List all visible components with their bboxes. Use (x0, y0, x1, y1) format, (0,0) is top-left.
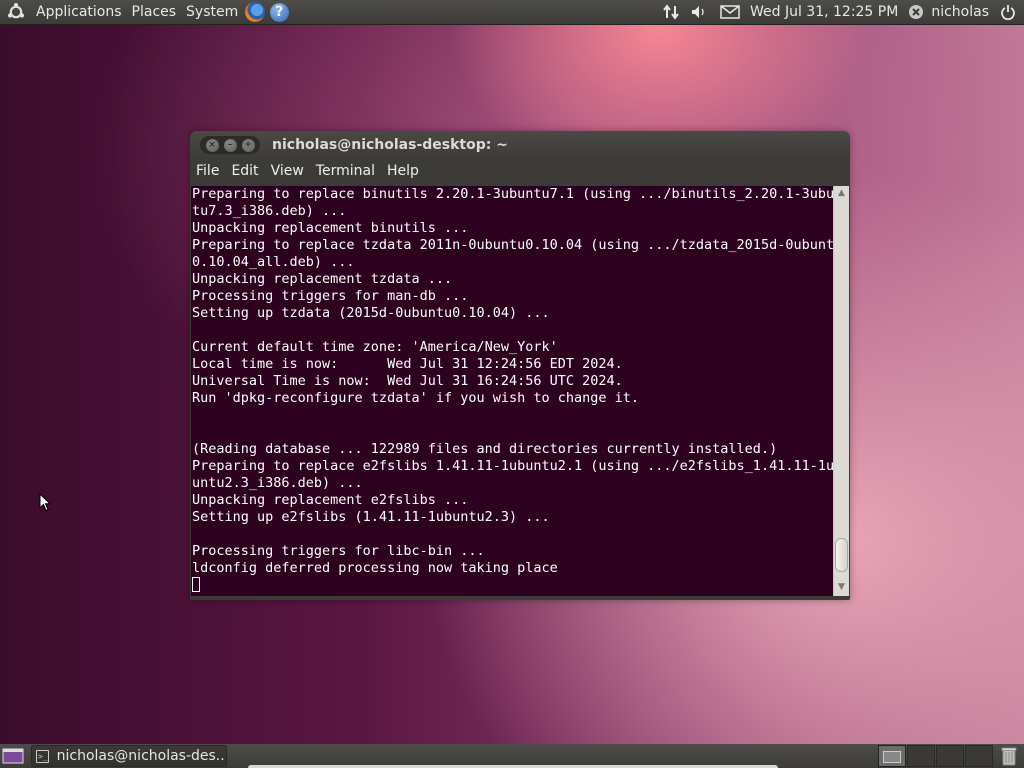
volume-icon[interactable] (685, 0, 715, 24)
terminal-line: Processing triggers for libc-bin ... (192, 543, 485, 559)
places-menu[interactable]: Places (127, 0, 182, 24)
terminal-line: Current default time zone: 'America/New_… (192, 339, 558, 355)
scroll-up-icon[interactable]: ▲ (834, 186, 849, 200)
window-controls: × – + (200, 136, 260, 154)
menu-edit[interactable]: Edit (231, 163, 264, 179)
window-titlebar[interactable]: × – + nicholas@nicholas-desktop: ~ (190, 131, 850, 159)
vertical-scrollbar[interactable]: ▲ ▼ (833, 186, 849, 596)
terminal-icon: >_ (36, 749, 49, 763)
minimize-icon[interactable]: – (223, 138, 237, 152)
terminal-line: Setting up e2fslibs (1.41.11-1ubuntu2.3)… (192, 509, 550, 525)
menu-file[interactable]: File (196, 163, 225, 179)
terminal-window[interactable]: × – + nicholas@nicholas-desktop: ~ File … (190, 131, 850, 600)
clock[interactable]: Wed Jul 31, 12:25 PM (745, 0, 903, 24)
terminal-line: Setting up tzdata (2015d-0ubuntu0.10.04)… (192, 305, 550, 321)
show-desktop-icon[interactable] (1, 746, 25, 766)
terminal-line: Preparing to replace tzdata 2011n-0ubunt… (192, 237, 833, 253)
taskbar-terminal-label: nicholas@nicholas-des... (56, 748, 227, 764)
workspace-1[interactable] (878, 745, 906, 767)
terminal-line: Unpacking replacement binutils ... (192, 220, 469, 236)
terminal-line: untu2.3_i386.deb) ... (192, 475, 363, 491)
close-icon[interactable]: × (205, 138, 219, 152)
terminal-line: Run 'dpkg-reconfigure tzdata' if you wis… (192, 390, 640, 406)
terminal-menubar: File Edit View Terminal Help (190, 159, 850, 183)
maximize-icon[interactable]: + (241, 138, 255, 152)
text-cursor (192, 577, 200, 592)
terminal-line: tu7.3_i386.deb) ... (192, 203, 347, 219)
menu-terminal[interactable]: Terminal (316, 163, 381, 179)
scroll-down-icon[interactable]: ▼ (834, 580, 849, 594)
help-icon[interactable]: ? (268, 1, 290, 23)
top-panel: Applications Places System ? Wed Jul 31,… (0, 0, 1024, 24)
mail-icon[interactable] (715, 0, 745, 24)
menu-help[interactable]: Help (387, 163, 425, 179)
workspace-switcher[interactable] (878, 745, 994, 767)
terminal-line: Local time is now: Wed Jul 31 12:24:56 E… (192, 356, 623, 372)
network-icon[interactable] (657, 0, 685, 24)
username[interactable]: nicholas (926, 0, 994, 24)
firefox-icon[interactable] (244, 1, 266, 23)
terminal-line: Preparing to replace binutils 2.20.1-3ub… (192, 186, 833, 202)
terminal-line: ldconfig deferred processing now taking … (192, 560, 558, 576)
menu-view[interactable]: View (271, 163, 310, 179)
mouse-pointer-icon (39, 493, 51, 512)
user-status-icon[interactable] (903, 0, 926, 24)
terminal-line: Universal Time is now: Wed Jul 31 16:24:… (192, 373, 623, 389)
scroll-thumb[interactable] (835, 538, 848, 572)
taskbar-terminal-button[interactable]: >_ nicholas@nicholas-des... (31, 745, 227, 767)
terminal-prompt-line (192, 577, 833, 594)
terminal-line: 0.10.04_all.deb) ... (192, 254, 355, 270)
trash-icon[interactable] (998, 745, 1020, 767)
ubuntu-logo-icon[interactable] (5, 1, 27, 23)
terminal-line: Unpacking replacement tzdata ... (192, 271, 453, 287)
terminal-line: Preparing to replace e2fslibs 1.41.11-1u… (192, 458, 833, 474)
workspace-4[interactable] (965, 745, 993, 767)
terminal-line: Unpacking replacement e2fslibs ... (192, 492, 469, 508)
system-menu[interactable]: System (181, 0, 243, 24)
workspace-3[interactable] (936, 745, 964, 767)
terminal-line: (Reading database ... 122989 files and d… (192, 441, 778, 457)
window-title: nicholas@nicholas-desktop: ~ (272, 137, 508, 153)
terminal-output[interactable]: Preparing to replace binutils 2.20.1-3ub… (191, 186, 833, 596)
applications-menu[interactable]: Applications (31, 0, 127, 24)
workspace-2[interactable] (907, 745, 935, 767)
power-icon[interactable] (994, 0, 1024, 24)
terminal-line: Processing triggers for man-db ... (192, 288, 469, 304)
